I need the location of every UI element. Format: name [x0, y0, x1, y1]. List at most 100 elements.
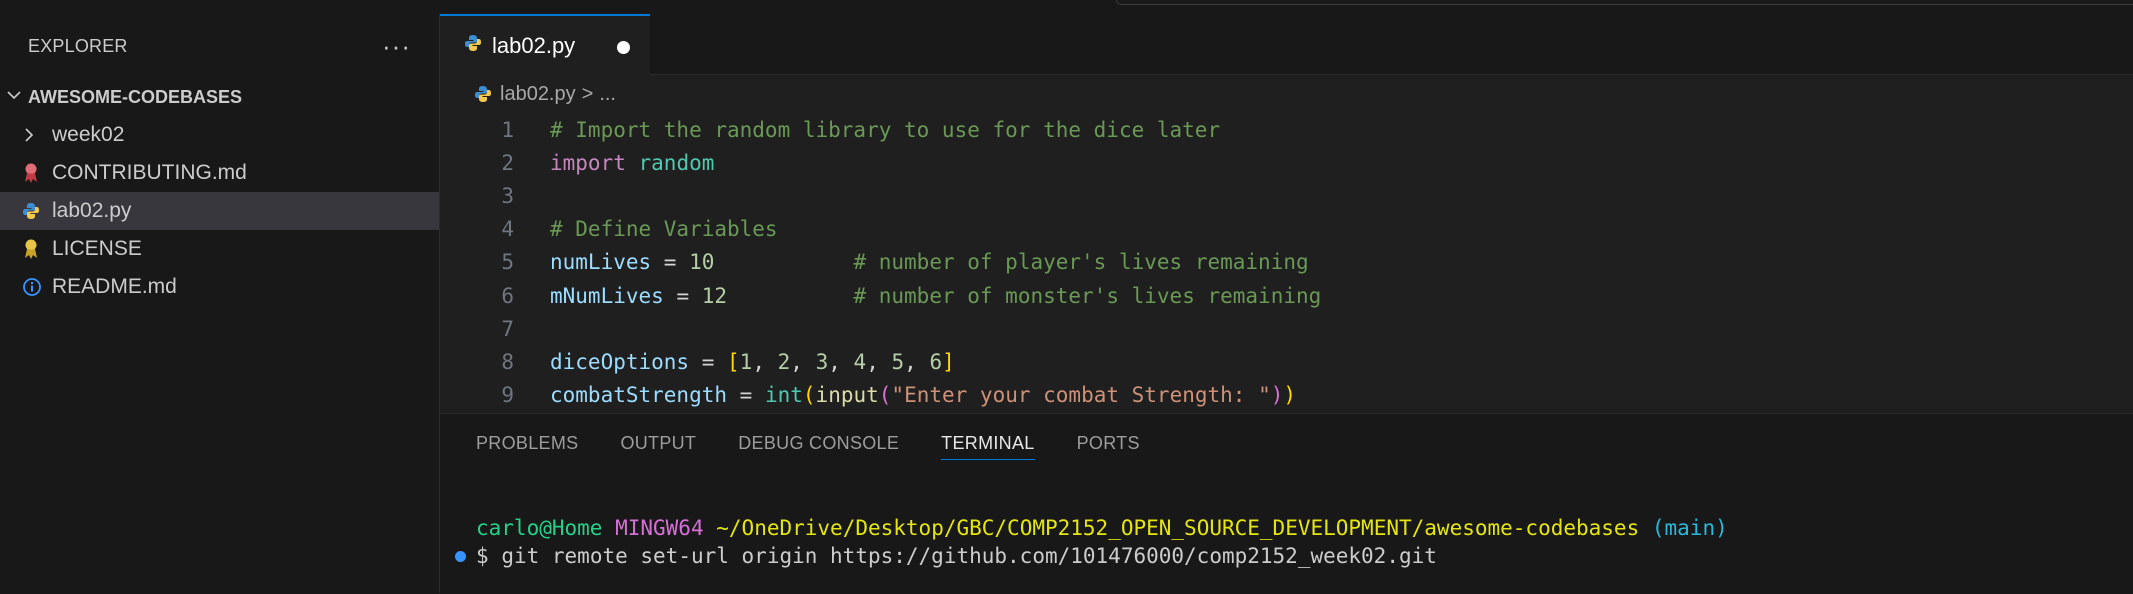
tree-item-week02[interactable]: week02 — [0, 116, 439, 154]
code-token: , — [904, 349, 930, 374]
code-token: ) — [1270, 383, 1284, 408]
tree-item-license[interactable]: LICENSE — [0, 230, 439, 268]
code-token: combatStrength — [550, 383, 728, 408]
tab-label: lab02.py — [492, 32, 576, 58]
code-token: 10 — [689, 250, 715, 275]
line-number: 1 — [501, 117, 514, 142]
code-token: 1 — [739, 349, 753, 374]
line-number: 7 — [501, 316, 514, 341]
editor-tab-bar: lab02.py — [440, 14, 2133, 75]
code-line[interactable]: 5 numLives = 10 # number of player's live… — [440, 246, 2133, 279]
code-token: 6 — [929, 349, 943, 374]
terminal-host: MINGW64 — [615, 516, 704, 540]
more-actions-icon[interactable]: ··· — [382, 33, 411, 59]
python-file-icon — [474, 85, 492, 103]
terminal-path: ~/OneDrive/Desktop/GBC/COMP2152_OPEN_SOU… — [716, 516, 1640, 540]
tree-item-contributing[interactable]: CONTRIBUTING.md — [0, 154, 439, 192]
ribbon-icon — [22, 162, 52, 184]
chevron-right-icon — [22, 127, 52, 143]
code-token: 12 — [701, 283, 728, 308]
tree-item-label: week02 — [52, 123, 125, 146]
tab-lab02[interactable]: lab02.py — [440, 14, 650, 75]
license-icon — [22, 238, 52, 260]
terminal-command-line: $ git remote set-url origin https://gith… — [455, 542, 2133, 570]
code-token: ) — [1283, 383, 1297, 408]
panel-tab-ports[interactable]: PORTS — [1077, 414, 1140, 472]
code-line[interactable]: 2 import random — [440, 146, 2133, 179]
code-token: , — [752, 349, 778, 374]
explorer-header: EXPLORER ··· — [0, 14, 439, 78]
terminal-branch: (main) — [1651, 516, 1728, 540]
editor-group: lab02.py lab02.py > ... 1 # Import the ra… — [440, 14, 2133, 413]
code-token: numLives — [550, 250, 652, 275]
line-number: 4 — [501, 217, 514, 242]
code-token: random — [638, 150, 715, 175]
unsaved-dot-icon[interactable] — [617, 41, 630, 54]
tree-item-label: CONTRIBUTING.md — [52, 161, 247, 184]
code-token: 4 — [853, 349, 867, 374]
code-token: = — [727, 383, 765, 408]
code-token: # number of monster's lives remaining — [853, 283, 1322, 308]
breadcrumb-file[interactable]: lab02.py — [500, 83, 576, 106]
code-token: # number of player's lives remaining — [853, 250, 1309, 275]
explorer-title: EXPLORER — [28, 35, 128, 56]
code-token: diceOptions — [550, 349, 690, 374]
tree-item-lab02[interactable]: lab02.py — [0, 192, 439, 230]
code-token: 5 — [891, 349, 905, 374]
tree-item-label: lab02.py — [52, 199, 132, 222]
breadcrumb-symbols[interactable]: ... — [599, 83, 616, 106]
code-token: # Import the random library to use for t… — [550, 117, 1221, 142]
code-token: 2 — [777, 349, 791, 374]
panel-tab-terminal[interactable]: TERMINAL — [941, 414, 1036, 472]
bottom-panel: PROBLEMS OUTPUT DEBUG CONSOLE TERMINAL PORTS… — [440, 413, 2133, 594]
line-number: 5 — [501, 250, 514, 275]
code-token: , — [866, 349, 892, 374]
workspace-root[interactable]: AWESOME-CODEBASES — [0, 78, 439, 116]
code-token: ] — [942, 349, 955, 374]
info-icon — [22, 277, 52, 297]
tree-item-label: LICENSE — [52, 237, 142, 260]
code-token: , — [790, 349, 816, 374]
panel-tab-output[interactable]: OUTPUT — [620, 414, 696, 472]
line-number: 9 — [501, 383, 514, 408]
command-decoration-icon[interactable] — [455, 551, 466, 562]
tree-item-readme[interactable]: README.md — [0, 268, 439, 306]
code-token: = — [689, 349, 728, 374]
line-number: 8 — [501, 349, 514, 374]
breadcrumb-separator: > — [581, 82, 594, 105]
terminal-user: carlo@Home — [476, 516, 603, 540]
tree-item-label: README.md — [52, 275, 177, 298]
code-token: # Define Variables — [550, 217, 778, 242]
code-token: mNumLives — [550, 283, 664, 308]
code-token: , — [828, 349, 854, 374]
code-line[interactable]: 6 mNumLives = 12 # number of monster's li… — [440, 279, 2133, 312]
code-token: = — [663, 283, 702, 308]
terminal-prompt-line: carlo@Home MINGW64 ~/OneDrive/Desktop/GB… — [476, 514, 2133, 542]
line-number: 3 — [501, 183, 514, 208]
code-line[interactable]: 8 diceOptions = [1, 2, 3, 4, 5, 6] — [440, 345, 2133, 378]
terminal-prompt-symbol: $ — [476, 544, 489, 568]
panel-tabs: PROBLEMS OUTPUT DEBUG CONSOLE TERMINAL PORTS — [440, 414, 2133, 472]
panel-tab-debug-console[interactable]: DEBUG CONSOLE — [738, 414, 899, 472]
code-token: ( — [802, 383, 816, 408]
code-line[interactable]: 4 # Define Variables — [440, 213, 2133, 246]
code-token: ( — [878, 383, 892, 408]
code-token: int — [764, 383, 803, 408]
code-line[interactable]: 7 — [440, 312, 2133, 345]
panel-tab-problems[interactable]: PROBLEMS — [476, 414, 578, 472]
code-token: "Enter your combat Strength: " — [891, 383, 1271, 408]
breadcrumb: lab02.py > ... — [440, 75, 2133, 113]
code-line[interactable]: 3 — [440, 179, 2133, 212]
code-line[interactable]: 9 combatStrength = int(input("Enter your … — [440, 379, 2133, 412]
line-number: 6 — [501, 283, 514, 308]
code-token: input — [815, 383, 879, 408]
chevron-down-icon — [6, 88, 28, 106]
code-editor[interactable]: 1 # Import the random library to use for … — [440, 113, 2133, 412]
terminal[interactable]: carlo@Home MINGW64 ~/OneDrive/Desktop/GB… — [440, 472, 2133, 570]
code-line[interactable]: 1 # Import the random library to use for … — [440, 113, 2133, 146]
code-token: [ — [727, 349, 740, 374]
workspace-root-label: AWESOME-CODEBASES — [28, 86, 243, 107]
